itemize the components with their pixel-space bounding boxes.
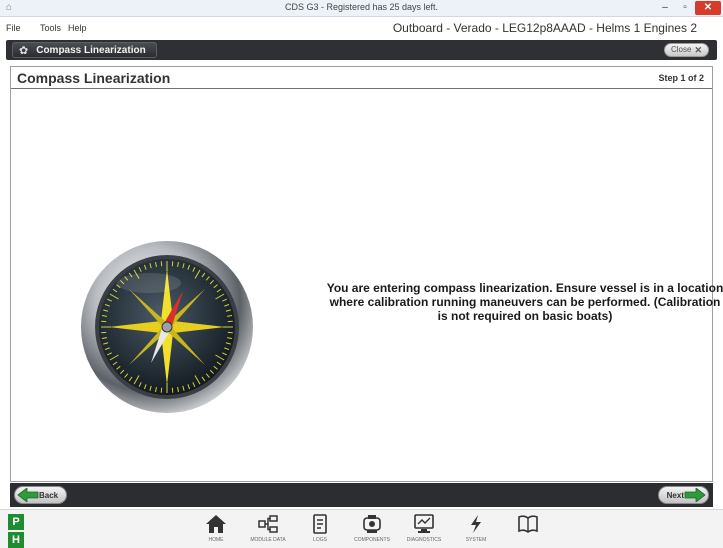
tab-label: Compass Linearization (36, 44, 146, 56)
page-title: Compass Linearization (17, 70, 171, 86)
window-controls: – ▫ ✕ (655, 1, 721, 15)
next-label: Next (666, 490, 684, 500)
home-label: HOME (208, 537, 224, 543)
instruction-message: You are entering compass linearization. … (326, 281, 723, 323)
title-bar: ⌂ CDS G3 - Registered has 25 days left. … (0, 0, 723, 17)
components-button[interactable]: COMPONENTS (346, 514, 398, 547)
system-label: SYSTEM (465, 537, 487, 543)
home-icon (206, 515, 226, 533)
components-label: COMPONENTS (354, 537, 390, 543)
module-icon (258, 515, 278, 533)
book-icon (518, 515, 538, 533)
back-label: Back (39, 490, 59, 500)
menu-bar: File Tools Help Outboard - Verado - LEG1… (0, 18, 723, 38)
window-close-button[interactable]: ✕ (695, 1, 721, 15)
engine-context-label: Outboard - Verado - LEG12p8AAAD - Helms … (392, 21, 697, 35)
gear-icon: ✿ (19, 44, 29, 57)
step-indicator: Step 1 of 2 (658, 73, 704, 83)
next-button[interactable]: Next (657, 486, 709, 504)
window-title: CDS G3 - Registered has 25 days left. (284, 2, 439, 12)
next-arrow-icon (684, 488, 706, 502)
minimize-button[interactable]: – (655, 1, 675, 15)
module-header: ✿ Compass Linearization Close ✕ (6, 40, 717, 60)
footer-nav: Back Next (10, 483, 713, 507)
lightning-icon (471, 515, 481, 533)
back-arrow-icon (17, 488, 39, 502)
home-button[interactable]: HOME (190, 514, 242, 547)
menu-tools[interactable]: Tools (40, 23, 61, 33)
module-data-label: MODULE DATA (250, 537, 286, 543)
system-button[interactable]: SYSTEM (450, 514, 502, 547)
close-icon: ✕ (694, 45, 702, 55)
close-label: Close (671, 45, 692, 54)
diagnostics-button[interactable]: DIAGNOSTICS (398, 514, 450, 547)
menu-file[interactable]: File (6, 23, 21, 33)
compass-icon (81, 241, 253, 413)
menu-help[interactable]: Help (68, 23, 87, 33)
ph-badges: P H (8, 514, 24, 548)
panel-header: Compass Linearization Step 1 of 2 (11, 67, 712, 89)
bottom-taskbar: P H HOME MODULE DATA LOGS COMPONENTS DIA… (0, 509, 723, 548)
close-button[interactable]: Close ✕ (664, 43, 709, 57)
main-panel: Compass Linearization Step 1 of 2 You ar… (10, 66, 723, 482)
back-button[interactable]: Back (14, 486, 68, 504)
tab-compass-linearization[interactable]: ✿ Compass Linearization (12, 42, 157, 58)
manual-button[interactable] (502, 514, 554, 547)
logs-label: LOGS (313, 537, 327, 543)
p-badge[interactable]: P (8, 514, 24, 530)
diagnostics-label: DIAGNOSTICS (406, 537, 442, 543)
logs-icon (313, 514, 327, 534)
tool-bar: HOME MODULE DATA LOGS COMPONENTS DIAGNOS… (190, 514, 554, 547)
module-data-button[interactable]: MODULE DATA (242, 514, 294, 547)
h-badge[interactable]: H (8, 532, 24, 548)
maximize-button[interactable]: ▫ (675, 1, 695, 15)
diagnostics-icon (414, 514, 434, 533)
components-icon (363, 515, 381, 533)
logs-button[interactable]: LOGS (294, 514, 346, 547)
